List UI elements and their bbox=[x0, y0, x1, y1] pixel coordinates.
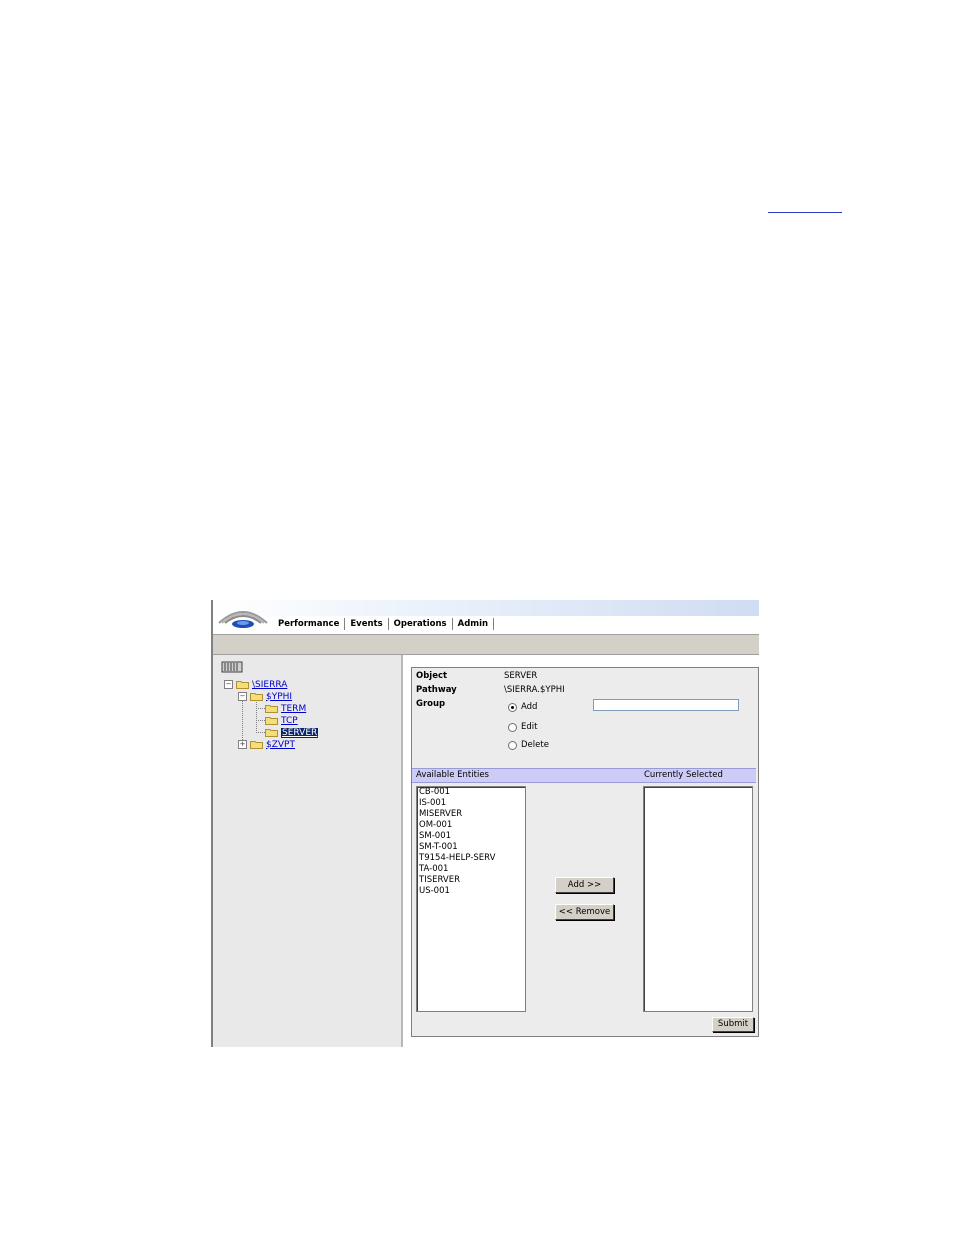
tree-pane: − \SIERRA − $YPHI TERM TCP SERVER + $ZVP… bbox=[213, 655, 403, 1047]
radio-add[interactable]: Add bbox=[508, 702, 537, 712]
list-item[interactable]: T9154-HELP-SERV bbox=[417, 853, 525, 864]
list-item[interactable]: OM-001 bbox=[417, 820, 525, 831]
entities-header: Available Entities Currently Selected bbox=[412, 768, 756, 783]
tree-node-server: SERVER bbox=[265, 727, 319, 738]
tree-link-zvpt[interactable]: $ZVPT bbox=[266, 740, 295, 750]
folder-icon bbox=[265, 729, 278, 737]
currently-selected-header: Currently Selected bbox=[644, 770, 723, 780]
remove-button[interactable]: << Remove bbox=[555, 904, 614, 920]
list-item[interactable]: TA-001 bbox=[417, 864, 525, 875]
toolbar-strip bbox=[213, 634, 759, 655]
list-item[interactable]: US-001 bbox=[417, 886, 525, 897]
title-bar bbox=[213, 600, 759, 616]
expand-icon[interactable]: + bbox=[238, 740, 247, 749]
add-button[interactable]: Add >> bbox=[555, 877, 614, 893]
radio-edit-button[interactable] bbox=[508, 722, 517, 732]
object-label: Object bbox=[416, 671, 448, 681]
list-item[interactable]: IS-001 bbox=[417, 798, 525, 809]
folder-icon bbox=[265, 705, 278, 713]
list-item[interactable]: TISERVER bbox=[417, 875, 525, 886]
menu-admin[interactable]: Admin bbox=[453, 618, 495, 630]
radio-add-label: Add bbox=[521, 702, 538, 712]
radio-edit-label: Edit bbox=[521, 722, 538, 732]
submit-button[interactable]: Submit bbox=[712, 1017, 754, 1032]
detail-pane: Object SERVER Pathway \SIERRA.$YPHI Grou… bbox=[411, 667, 759, 1037]
app-window: Performance Events Operations Admin − \S… bbox=[211, 600, 759, 1047]
collapse-icon[interactable]: − bbox=[238, 692, 247, 701]
list-item[interactable]: CB-001 bbox=[417, 787, 525, 798]
object-value: SERVER bbox=[504, 671, 538, 681]
pathway-value: \SIERRA.$YPHI bbox=[504, 685, 565, 695]
main-menu: Performance Events Operations Admin bbox=[273, 617, 495, 631]
tree-node-tcp: TCP bbox=[265, 715, 298, 726]
list-item[interactable]: SM-T-001 bbox=[417, 842, 525, 853]
radio-edit[interactable]: Edit bbox=[508, 722, 537, 732]
tree-link-tcp[interactable]: TCP bbox=[281, 716, 298, 726]
currently-selected-list[interactable] bbox=[643, 786, 753, 1012]
list-item[interactable]: MISERVER bbox=[417, 809, 525, 820]
folder-icon bbox=[236, 681, 249, 689]
radio-delete-button[interactable] bbox=[508, 740, 517, 750]
menu-performance[interactable]: Performance bbox=[273, 618, 346, 630]
network-root-icon bbox=[221, 661, 243, 673]
available-entities-list[interactable]: CB-001 IS-001 MISERVER OM-001 SM-001 SM-… bbox=[416, 786, 526, 1012]
folder-icon bbox=[250, 741, 263, 749]
radio-delete-label: Delete bbox=[521, 740, 549, 750]
page-link-underline[interactable] bbox=[768, 212, 842, 213]
list-item[interactable]: SM-001 bbox=[417, 831, 525, 842]
radio-add-button[interactable] bbox=[508, 702, 517, 712]
tree-node-zvpt: + $ZVPT bbox=[238, 739, 295, 750]
radio-delete[interactable]: Delete bbox=[508, 740, 549, 750]
app-logo-icon bbox=[218, 611, 268, 628]
available-entities-header: Available Entities bbox=[416, 770, 489, 780]
tree-link-yphi[interactable]: $YPHI bbox=[266, 692, 292, 702]
folder-icon bbox=[265, 717, 278, 725]
group-name-input[interactable] bbox=[593, 699, 739, 711]
tree-link-server[interactable]: SERVER bbox=[281, 727, 319, 738]
tree-link-sierra[interactable]: \SIERRA bbox=[252, 680, 287, 690]
menu-operations[interactable]: Operations bbox=[389, 618, 453, 630]
open-folder-icon bbox=[250, 693, 263, 701]
tree-link-term[interactable]: TERM bbox=[281, 704, 306, 714]
group-label: Group bbox=[416, 699, 446, 709]
tree-node-term: TERM bbox=[265, 703, 306, 714]
pathway-label: Pathway bbox=[416, 685, 457, 695]
menu-events[interactable]: Events bbox=[345, 618, 389, 630]
tree-node-yphi: − $YPHI bbox=[238, 691, 292, 702]
tree-node-sierra: − \SIERRA bbox=[224, 679, 287, 690]
collapse-icon[interactable]: − bbox=[224, 680, 233, 689]
